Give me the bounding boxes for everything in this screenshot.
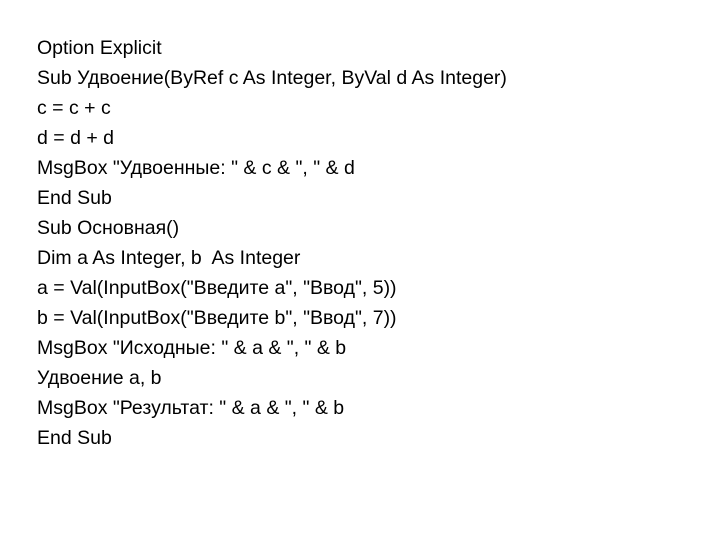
code-line: d = d + d (37, 127, 114, 149)
code-line: MsgBox "Исходные: " & a & ", " & b (37, 337, 347, 359)
code-block: Option Explicit Sub Удвоение(ByRef c As … (37, 33, 697, 453)
code-line: End Sub (37, 187, 112, 209)
code-line: b = Val(InputBox("Введите b", "Ввод", 7)… (37, 307, 397, 329)
code-line: MsgBox "Результат: " & a & ", " & b (37, 397, 345, 419)
code-line: Sub Удвоение(ByRef c As Integer, ByVal d… (37, 67, 507, 89)
code-line: c = c + c (37, 97, 111, 119)
code-listing-page: Option Explicit Sub Удвоение(ByRef c As … (0, 0, 720, 540)
code-line: Dim a As Integer, b As Integer (37, 247, 301, 269)
code-line: a = Val(InputBox("Введите a", "Ввод", 5)… (37, 277, 397, 299)
code-line: MsgBox "Удвоенные: " & c & ", " & d (37, 157, 355, 179)
code-line: Удвоение a, b (37, 367, 162, 389)
code-line: Sub Основная() (37, 217, 180, 239)
code-line: Option Explicit (37, 37, 162, 59)
code-line: End Sub (37, 427, 112, 449)
